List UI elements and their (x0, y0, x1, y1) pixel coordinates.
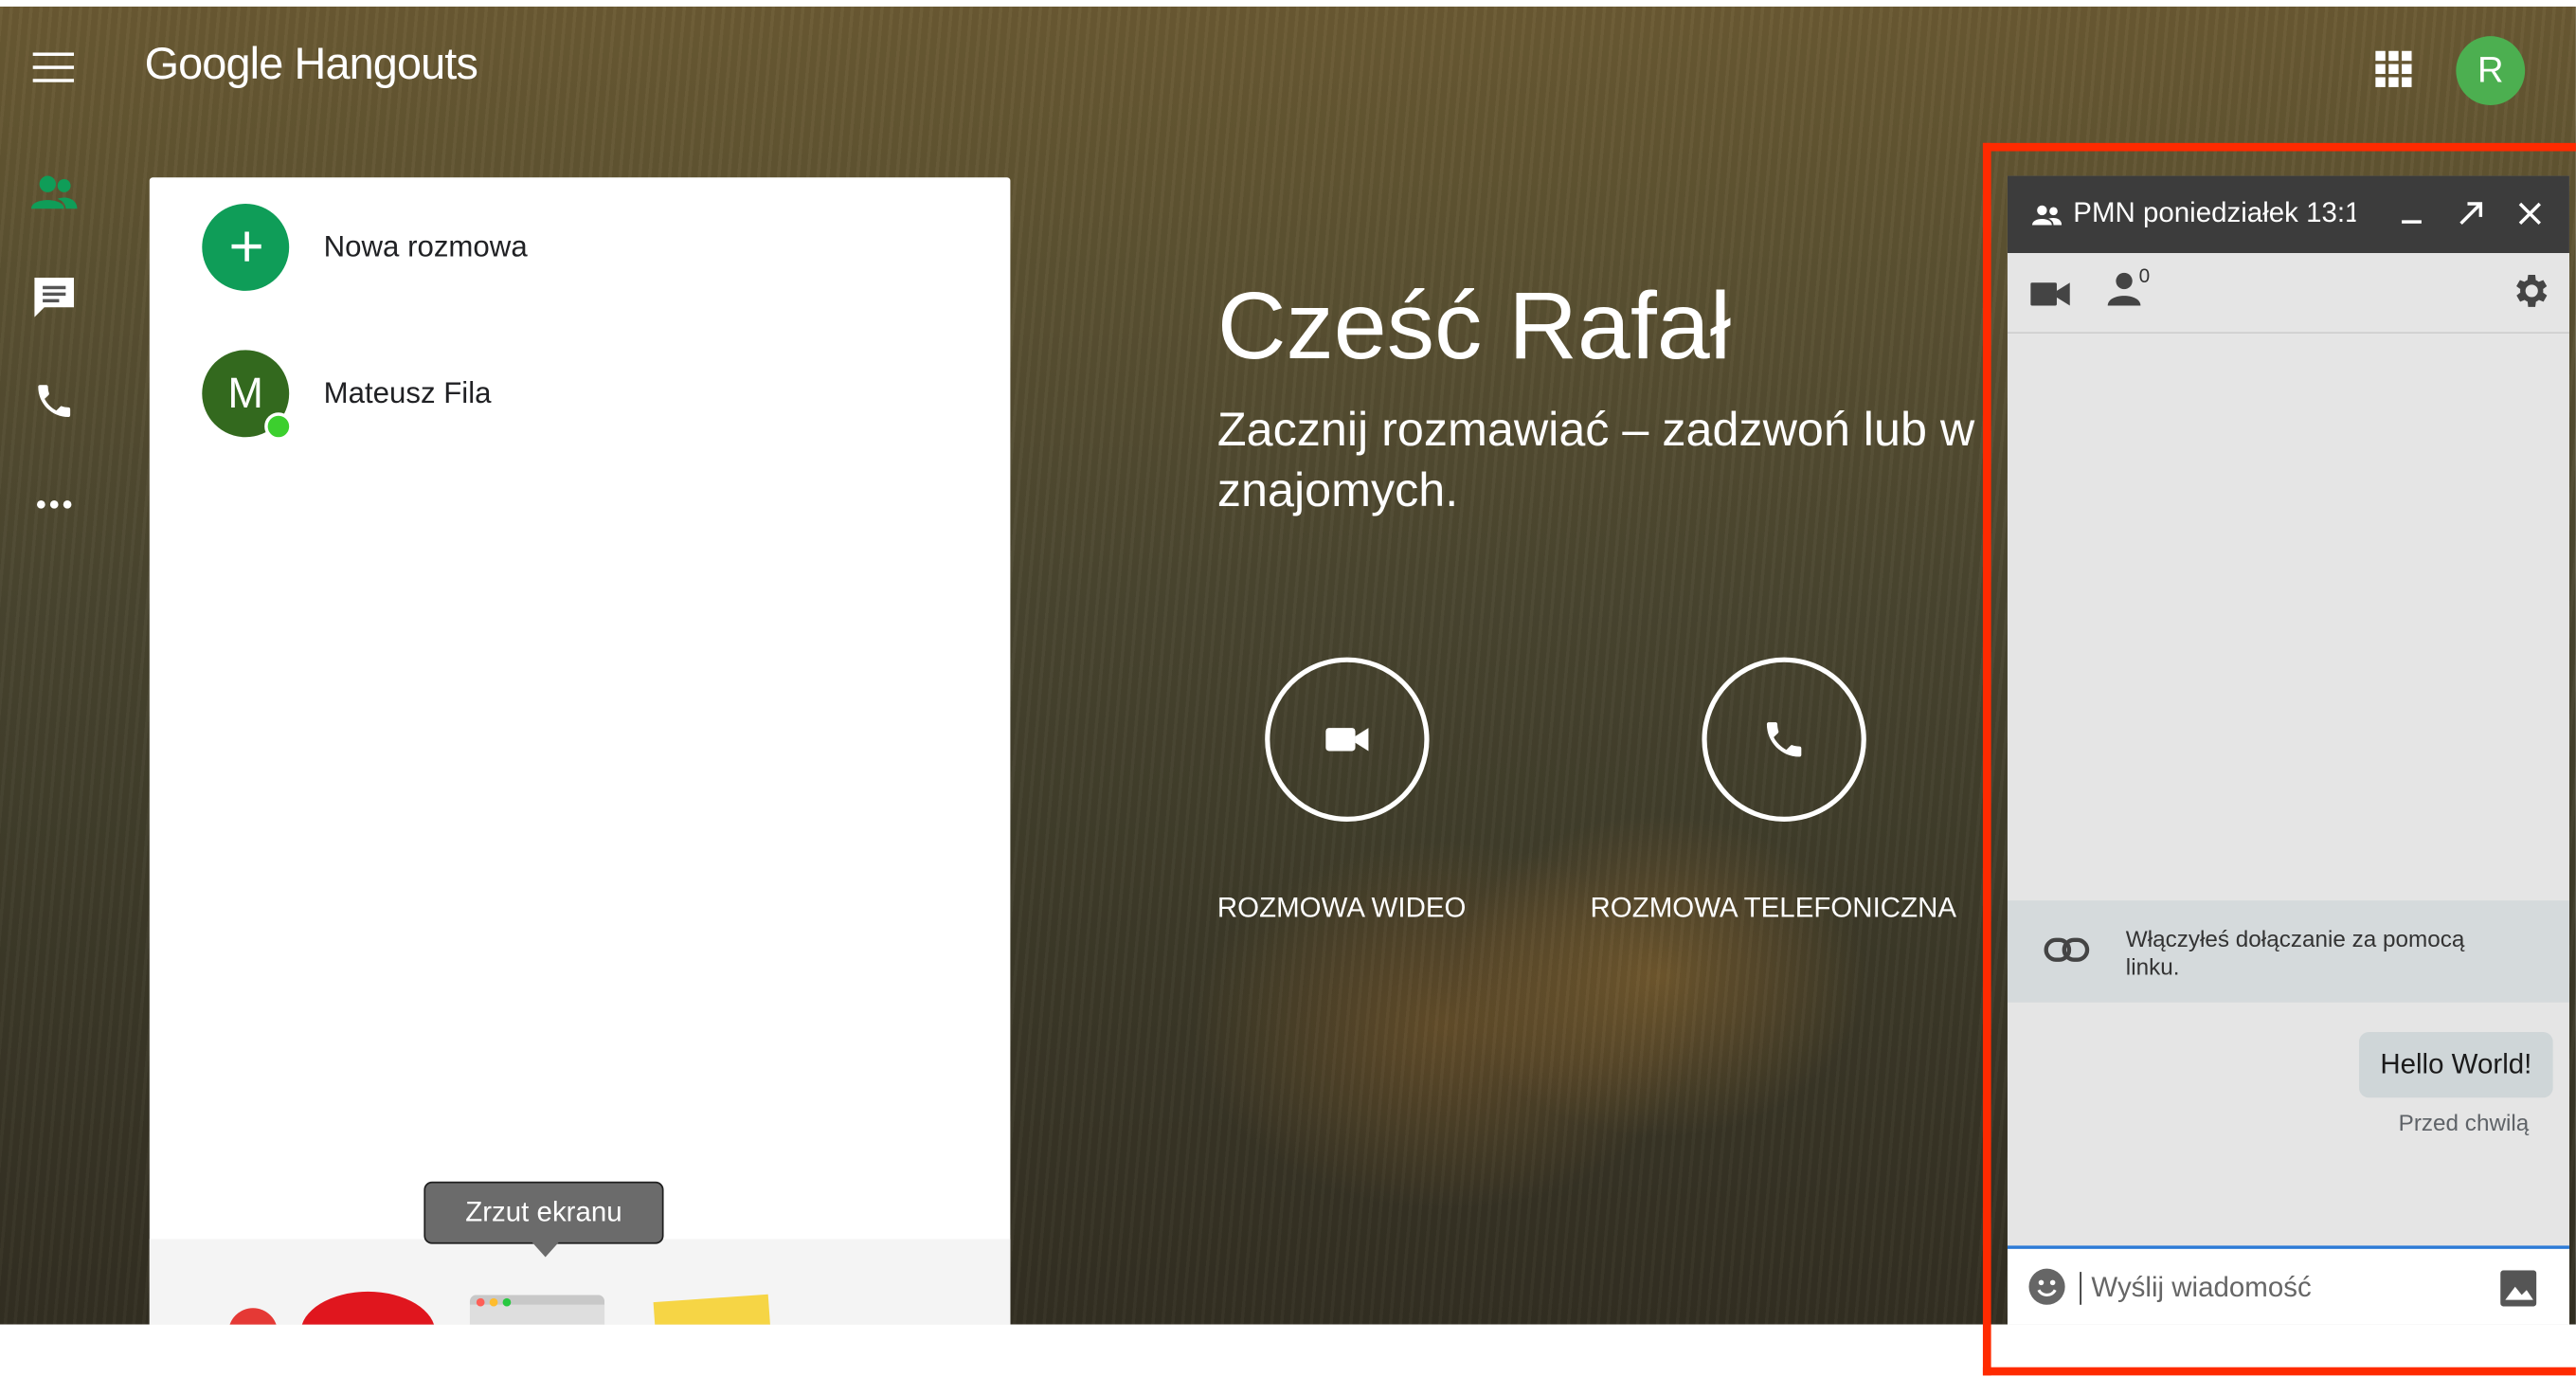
chat-icon[interactable] (29, 273, 79, 322)
online-status-dot (264, 411, 293, 440)
minimize-icon[interactable] (2392, 194, 2432, 234)
more-icon[interactable] (29, 480, 79, 529)
notes-icon[interactable] (653, 1294, 773, 1325)
phone-call-label: ROZMOWA TELEFONICZNA (1590, 892, 1957, 924)
emoji-icon[interactable] (2027, 1267, 2067, 1307)
welcome-subtitle-line1: Zacznij rozmawiać – zadzwoń lub w (1216, 404, 1975, 458)
screenshot-app-icon[interactable] (469, 1295, 605, 1325)
menu-icon[interactable] (32, 52, 75, 85)
popout-icon[interactable] (2451, 194, 2491, 234)
phone-icon[interactable] (29, 376, 79, 426)
contact-avatar: M (202, 349, 293, 440)
conversation-list-panel: Nowa rozmowa M Mateusz Fila (149, 177, 1011, 1325)
dock-tooltip: Zrzut ekranu (423, 1181, 664, 1244)
message-composer[interactable]: Wyślij wiadomość (2007, 1245, 2569, 1325)
settings-gear-icon[interactable] (2509, 269, 2551, 312)
chat-window: PMN poniedziałek 13:15 0 Włączyłeś dołąc… (2007, 175, 2569, 1325)
add-people-button[interactable]: 0 (2106, 264, 2162, 312)
group-icon (2031, 205, 2063, 226)
app-logo: Google Hangouts (144, 39, 478, 89)
account-avatar[interactable]: R (2456, 36, 2526, 105)
dock-app-icon[interactable] (228, 1308, 279, 1325)
dock-strip (149, 1239, 1011, 1325)
message-input[interactable]: Wyślij wiadomość (2080, 1272, 2312, 1305)
hangouts-screen: Google Hangouts R Nowa rozmowa M Mateusz… (0, 0, 2576, 1377)
contact-name: Mateusz Fila (323, 375, 492, 408)
person-icon (2107, 272, 2141, 306)
contact-row[interactable]: M Mateusz Fila (202, 349, 492, 440)
message-timestamp: Przed chwilą (2398, 1109, 2530, 1136)
close-icon[interactable] (2511, 194, 2550, 234)
chat-header[interactable]: PMN poniedziałek 13:15 (2007, 175, 2569, 254)
message-bubble: Hello World! (2359, 1031, 2553, 1098)
chat-title: PMN poniedziałek 13:15 (2073, 197, 2356, 229)
participant-count: 0 (2138, 264, 2151, 288)
welcome-subtitle: Zacznij rozmawiać – zadzwoń lub w znajom… (1217, 401, 1990, 522)
contact-initial: M (227, 367, 264, 417)
welcome-title: Cześć Rafał (1216, 272, 1732, 380)
join-link-info-banner: Włączyłeś dołączanie za pomocą linku. (2007, 900, 2569, 1003)
video-call-label: ROZMOWA WIDEO (1216, 892, 1467, 924)
welcome-subtitle-line2: znajomych. (1216, 464, 1459, 518)
people-icon[interactable] (29, 170, 79, 219)
new-conversation-label: Nowa rozmowa (323, 228, 528, 263)
tooltip-tail (531, 1241, 561, 1258)
opera-icon[interactable] (300, 1291, 436, 1325)
join-link-info-text: Włączyłeś dołączanie za pomocą linku. (2125, 925, 2465, 980)
video-camera-icon (1325, 728, 1369, 752)
link-icon (2044, 937, 2090, 962)
image-attach-icon[interactable] (2500, 1270, 2537, 1307)
video-call-button[interactable] (1265, 657, 1430, 822)
plus-icon (202, 203, 290, 291)
new-conversation-button[interactable]: Nowa rozmowa (202, 202, 528, 291)
apps-grid-icon[interactable] (2375, 50, 2412, 87)
video-call-icon[interactable] (2030, 281, 2070, 308)
phone-call-button[interactable] (1702, 657, 1866, 822)
phone-icon (1766, 722, 1802, 757)
chat-toolbar: 0 (2007, 253, 2569, 335)
